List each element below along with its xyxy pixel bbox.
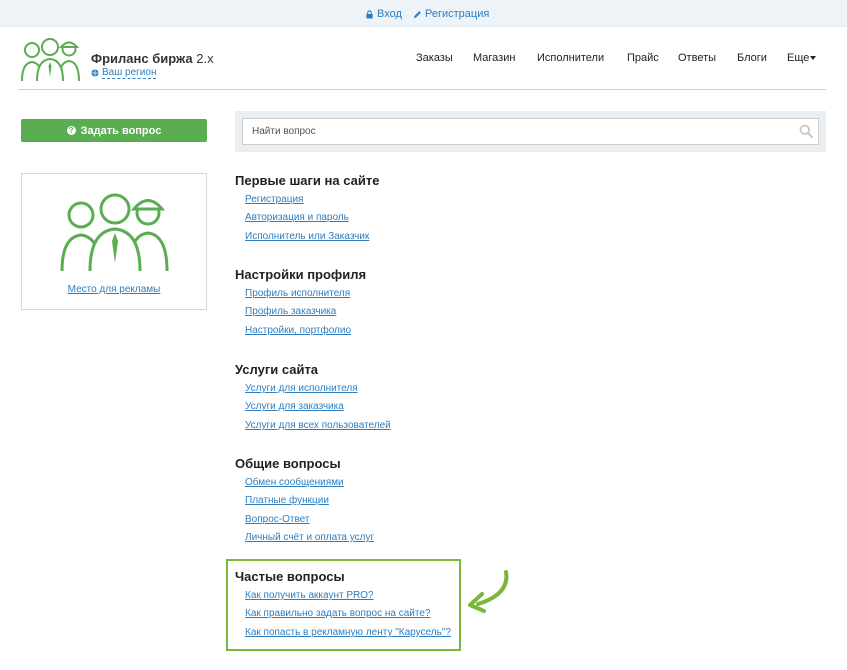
section-title-faq: Частые вопросы <box>235 569 345 584</box>
team-icon <box>60 193 169 272</box>
nav-item-prices[interactable]: Прайс <box>627 52 659 64</box>
login-link[interactable]: Вход <box>365 8 402 20</box>
register-link[interactable]: Регистрация <box>413 8 489 20</box>
link-question-answer[interactable]: Вопрос-Ответ <box>245 514 309 525</box>
nav-item-answers[interactable]: Ответы <box>678 52 716 64</box>
nav-item-more[interactable]: Еще <box>787 52 817 64</box>
link-freelancer-profile[interactable]: Профиль исполнителя <box>245 288 350 299</box>
pencil-icon <box>413 10 421 18</box>
ad-link[interactable]: Место для рекламы <box>68 284 161 295</box>
top-bar: Вход Регистрация <box>0 0 847 27</box>
region-selector[interactable]: Ваш регион <box>91 67 157 79</box>
link-paid-features[interactable]: Платные функции <box>245 495 329 506</box>
link-services-client[interactable]: Услуги для заказчика <box>245 401 344 412</box>
search-icon[interactable] <box>799 124 813 138</box>
link-ask-correctly[interactable]: Как правильно задать вопрос на сайте? <box>245 608 430 619</box>
nav-item-shop[interactable]: Магазин <box>473 52 515 64</box>
register-label: Регистрация <box>425 8 490 20</box>
question-circle-icon: ? <box>66 126 76 135</box>
link-client-profile[interactable]: Профиль заказчика <box>245 306 336 317</box>
section-title-first-steps: Первые шаги на сайте <box>235 173 380 188</box>
green-arrow-icon <box>468 570 509 613</box>
globe-icon <box>91 69 99 77</box>
link-carousel[interactable]: Как попасть в рекламную ленту "Карусель"… <box>245 627 451 638</box>
region-link[interactable]: Ваш регион <box>102 67 157 79</box>
section-title-site-services: Услуги сайта <box>235 362 319 377</box>
link-messaging[interactable]: Обмен сообщениями <box>245 477 344 488</box>
link-auth-password[interactable]: Авторизация и пароль <box>245 212 349 223</box>
search-bar <box>235 111 826 152</box>
nav-item-blogs[interactable]: Блоги <box>737 52 767 64</box>
section-title-profile-settings: Настройки профиля <box>235 267 367 282</box>
link-settings-portfolio[interactable]: Настройки, портфолио <box>245 325 351 336</box>
search-input[interactable] <box>242 118 819 145</box>
ask-question-label: Задать вопрос <box>80 124 162 137</box>
nav-item-orders[interactable]: Заказы <box>416 52 453 64</box>
logo-icon[interactable] <box>20 35 82 82</box>
brand-name: Фриланс биржа <box>91 51 193 66</box>
brand-title[interactable]: Фриланс биржа 2.х <box>91 51 214 66</box>
nav-more-label: Еще <box>787 52 810 64</box>
link-registration[interactable]: Регистрация <box>245 194 303 205</box>
link-services-all[interactable]: Услуги для всех пользователей <box>245 420 391 431</box>
section-title-general: Общие вопросы <box>235 456 341 471</box>
caret-down-icon <box>810 56 817 61</box>
ask-question-button[interactable]: ? Задать вопрос <box>21 119 207 142</box>
ad-banner: Место для рекламы <box>21 173 207 310</box>
header-divider <box>18 89 826 90</box>
link-services-freelancer[interactable]: Услуги для исполнителя <box>245 383 358 394</box>
link-freelancer-or-client[interactable]: Исполнитель или Заказчик <box>245 231 369 242</box>
nav-item-freelancers[interactable]: Исполнители <box>537 52 604 64</box>
link-account-payment[interactable]: Личный счёт и оплата услуг <box>245 532 374 543</box>
login-label: Вход <box>377 8 402 20</box>
lock-icon <box>366 9 373 19</box>
brand-version: 2.х <box>196 51 214 66</box>
link-get-pro[interactable]: Как получить аккаунт PRO? <box>245 590 374 601</box>
